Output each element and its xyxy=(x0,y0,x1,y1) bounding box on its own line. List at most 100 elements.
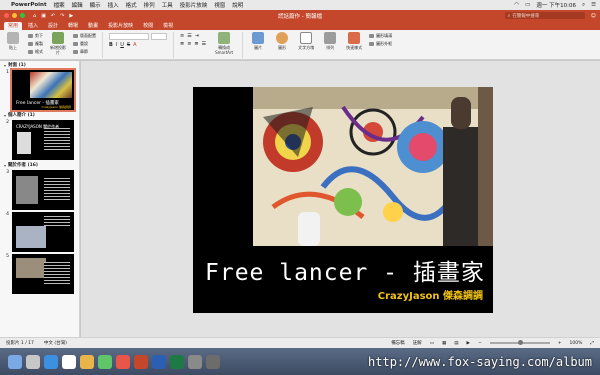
battery-icon[interactable]: ▭ xyxy=(525,2,530,8)
zoom-out-icon[interactable]: − xyxy=(478,341,482,346)
music-icon[interactable] xyxy=(116,354,130,369)
tab-view[interactable]: 檢視 xyxy=(159,22,177,30)
slide-thumbnail-item[interactable]: 5 xyxy=(0,253,79,295)
settings-icon[interactable] xyxy=(188,354,202,369)
format-painter-button[interactable]: 格式 xyxy=(28,49,43,55)
tab-slideshow[interactable]: 投影片放映 xyxy=(104,22,137,30)
textbox-button[interactable]: 文字方塊 xyxy=(297,32,315,50)
menu-file[interactable]: 檔案 xyxy=(54,1,65,9)
home-icon[interactable]: ⌂ xyxy=(33,13,36,19)
cut-button[interactable]: 剪下 xyxy=(28,33,43,39)
tab-animations[interactable]: 動畫 xyxy=(84,22,102,30)
font-family-dropdown[interactable] xyxy=(109,33,149,40)
minimize-window-button[interactable] xyxy=(12,13,17,18)
menu-tools[interactable]: 工具 xyxy=(162,1,173,9)
slide-thumbnail[interactable]: CRAZYJASON 關於作者 xyxy=(12,120,74,160)
indent-icon[interactable]: ⇥ xyxy=(195,33,199,39)
font-size-dropdown[interactable] xyxy=(151,33,167,40)
convert-smartart-button[interactable]: 轉換成SmartArt xyxy=(212,32,236,55)
strikethrough-icon[interactable]: S xyxy=(127,42,130,48)
zoom-slider[interactable] xyxy=(489,340,550,345)
comments-button[interactable]: 註解 xyxy=(413,340,422,346)
arrange-button[interactable]: 排列 xyxy=(321,32,339,50)
save-icon[interactable]: ▣ xyxy=(41,13,46,19)
slide-thumbnail[interactable] xyxy=(12,170,74,210)
reading-view-icon[interactable]: ▤ xyxy=(454,341,458,346)
copy-button[interactable]: 複製 xyxy=(28,41,43,47)
spotlight-icon[interactable]: ⌕ xyxy=(582,2,585,9)
slide-editing-canvas[interactable]: Free lancer - 插畫家 CrazyJason 傑森調調 xyxy=(81,61,600,337)
app-name-menu[interactable]: PowerPoint xyxy=(11,2,47,8)
menu-edit[interactable]: 編輯 xyxy=(72,1,83,9)
align-center-icon[interactable]: ≡ xyxy=(187,41,191,47)
section-button[interactable]: 章節 xyxy=(73,49,96,55)
italic-icon[interactable]: I xyxy=(116,42,117,48)
calendar-icon[interactable] xyxy=(62,354,76,369)
powerpoint-icon[interactable] xyxy=(134,354,148,369)
align-left-icon[interactable]: ≣ xyxy=(180,41,184,47)
zoom-in-icon[interactable]: + xyxy=(558,341,562,346)
excel-icon[interactable] xyxy=(170,354,184,369)
share-button[interactable]: ☺ xyxy=(591,13,596,19)
messages-icon[interactable] xyxy=(98,354,112,369)
slide-sorter-icon[interactable]: ▦ xyxy=(442,341,446,346)
notes-button[interactable]: 備忘稿 xyxy=(391,340,405,346)
menu-format[interactable]: 格式 xyxy=(126,1,137,9)
collapse-caret-icon[interactable]: ▾ xyxy=(4,63,6,68)
new-slide-button[interactable]: 新增投影片 xyxy=(49,32,67,55)
layout-button[interactable]: 版面配置 xyxy=(73,33,96,39)
tab-design[interactable]: 設計 xyxy=(44,22,62,30)
shapes-button[interactable]: 圖形 xyxy=(273,32,291,50)
section-header-cover[interactable]: ▾ 封面 (1) xyxy=(0,61,79,69)
present-icon[interactable]: ▶ xyxy=(69,13,73,19)
section-header-about[interactable]: ▾ 關於作者 (16) xyxy=(0,161,79,169)
underline-icon[interactable]: U xyxy=(120,42,124,48)
word-icon[interactable] xyxy=(152,354,166,369)
slide-thumbnail[interactable]: Free lancer - 插畫家 CrazyJason 傑森調調 xyxy=(10,68,76,112)
tab-review[interactable]: 校閱 xyxy=(139,22,157,30)
quick-styles-button[interactable]: 快速樣式 xyxy=(345,32,363,50)
reset-button[interactable]: 重設 xyxy=(73,41,96,47)
finder-icon[interactable] xyxy=(8,354,22,369)
undo-icon[interactable]: ↶ xyxy=(51,13,55,19)
numbering-icon[interactable]: ☰ xyxy=(187,33,191,39)
redo-icon[interactable]: ↷ xyxy=(60,13,64,19)
menu-window[interactable]: 視窗 xyxy=(214,1,225,9)
notification-icon[interactable]: ☰ xyxy=(591,2,596,8)
bullets-icon[interactable]: ≡ xyxy=(180,33,184,39)
slide-thumbnail[interactable] xyxy=(12,254,74,294)
slide-title-text[interactable]: Free lancer - 插畫家 xyxy=(205,253,485,287)
shape-outline-button[interactable]: 圖形外框 xyxy=(369,41,392,47)
paste-button[interactable]: 貼上 xyxy=(4,32,22,50)
menu-help[interactable]: 說明 xyxy=(232,1,243,9)
tab-home[interactable]: 常用 xyxy=(4,22,23,30)
slide-thumbnail-item[interactable]: 3 xyxy=(0,169,79,211)
fit-to-window-icon[interactable]: ⤢ xyxy=(590,340,594,346)
zoom-window-button[interactable] xyxy=(20,13,25,18)
trash-icon[interactable] xyxy=(206,354,220,369)
align-right-icon[interactable]: ≣ xyxy=(194,41,198,47)
menu-view[interactable]: 顯示 xyxy=(90,1,101,9)
tab-transitions[interactable]: 轉場 xyxy=(64,22,82,30)
menu-insert[interactable]: 插入 xyxy=(108,1,119,9)
safari-icon[interactable] xyxy=(44,354,58,369)
normal-view-icon[interactable]: ▭ xyxy=(430,341,434,346)
tab-insert[interactable]: 插入 xyxy=(24,22,42,30)
launchpad-icon[interactable] xyxy=(26,354,40,369)
slide-outline-panel[interactable]: ▾ 封面 (1) 1 Free lancer - 插畫家 CrazyJason … xyxy=(0,61,80,337)
menubar-clock[interactable]: 週一 下午10:06 xyxy=(536,1,576,9)
font-color-icon[interactable]: A xyxy=(133,42,136,48)
mural-photo[interactable] xyxy=(253,87,493,246)
shape-fill-button[interactable]: 圖形填滿 xyxy=(369,33,392,39)
wifi-icon[interactable]: ◠ xyxy=(514,2,519,8)
current-slide[interactable]: Free lancer - 插畫家 CrazyJason 傑森調調 xyxy=(193,87,493,313)
section-header-profile[interactable]: ▾ 個人簡介 (1) xyxy=(0,111,79,119)
language-indicator[interactable]: 中文 (台灣) xyxy=(44,340,67,346)
slide-thumbnail-item[interactable]: 4 xyxy=(0,211,79,253)
slide-thumbnail[interactable] xyxy=(12,212,74,252)
slideshow-view-icon[interactable]: ▶ xyxy=(466,341,469,346)
slide-thumbnail-item[interactable]: 2 CRAZYJASON 關於作者 xyxy=(0,119,79,161)
collapse-caret-icon[interactable]: ▾ xyxy=(4,163,6,168)
bold-icon[interactable]: B xyxy=(109,42,113,48)
picture-button[interactable]: 圖片 xyxy=(249,32,267,50)
